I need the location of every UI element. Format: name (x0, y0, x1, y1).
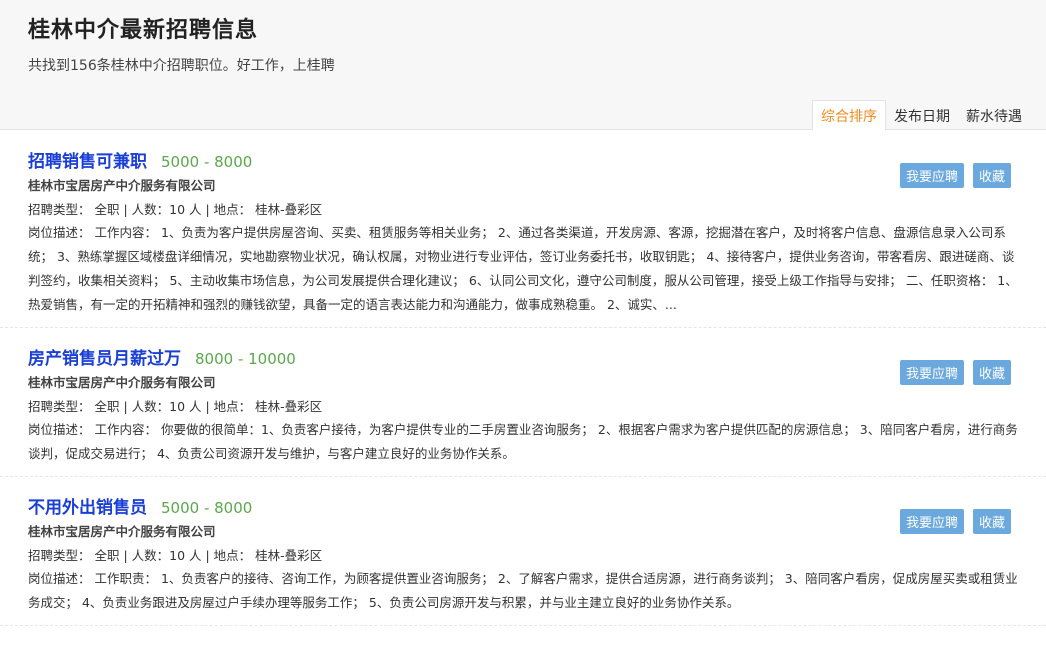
job-actions: 我要应聘 收藏 (899, 509, 1011, 534)
job-list: 招聘销售可兼职 5000 - 8000 桂林市宝居房产中介服务有限公司 招聘类型… (0, 131, 1046, 626)
company-name: 桂林市宝居房产中介服务有限公司 (28, 178, 216, 193)
job-actions: 我要应聘 收藏 (899, 360, 1011, 385)
page-title: 桂林中介最新招聘信息 (28, 18, 259, 43)
job-title-link[interactable]: 招聘销售可兼职 (28, 147, 147, 172)
sort-tab-publish-date[interactable]: 发布日期 (886, 100, 958, 131)
job-meta: 招聘类型： 全职 | 人数：10 人 | 地点： 桂林-叠彩区 (28, 399, 323, 414)
favorite-button[interactable]: 收藏 (972, 360, 1011, 385)
job-description: 岗位描述： 工作内容： 1、负责为客户提供房屋咨询、买卖、租赁服务等相关业务； … (28, 225, 1018, 312)
favorite-button[interactable]: 收藏 (972, 509, 1011, 534)
company-name: 桂林市宝居房产中介服务有限公司 (28, 524, 216, 539)
favorite-button[interactable]: 收藏 (972, 163, 1011, 188)
job-title-link[interactable]: 房产销售员月薪过万 (28, 344, 181, 369)
sort-tabs: 综合排序 发布日期 薪水待遇 (812, 100, 1030, 131)
job-item: 不用外出销售员 5000 - 8000 桂林市宝居房产中介服务有限公司 招聘类型… (0, 477, 1046, 626)
sort-tab-comprehensive[interactable]: 综合排序 (812, 100, 886, 131)
apply-button[interactable]: 我要应聘 (899, 163, 964, 188)
job-meta: 招聘类型： 全职 | 人数：10 人 | 地点： 桂林-叠彩区 (28, 548, 323, 563)
job-salary: 5000 - 8000 (161, 499, 253, 517)
job-salary: 5000 - 8000 (161, 153, 253, 171)
job-title-link[interactable]: 不用外出销售员 (28, 493, 147, 518)
job-item: 招聘销售可兼职 5000 - 8000 桂林市宝居房产中介服务有限公司 招聘类型… (0, 131, 1046, 328)
job-meta: 招聘类型： 全职 | 人数：10 人 | 地点： 桂林-叠彩区 (28, 202, 323, 217)
page-subtitle: 共找到156条桂林中介招聘职位。好工作，上桂聘 (28, 58, 335, 74)
job-description: 岗位描述： 工作内容： 你要做的很简单：1、负责客户接待，为客户提供专业的二手房… (28, 422, 1018, 461)
job-item: 房产销售员月薪过万 8000 - 10000 桂林市宝居房产中介服务有限公司 招… (0, 328, 1046, 477)
apply-button[interactable]: 我要应聘 (899, 360, 964, 385)
job-description: 岗位描述： 工作职责： 1、负责客户的接待、咨询工作，为顾客提供置业咨询服务； … (28, 571, 1018, 610)
sort-tab-salary[interactable]: 薪水待遇 (958, 100, 1030, 131)
job-salary: 8000 - 10000 (195, 350, 296, 368)
company-name: 桂林市宝居房产中介服务有限公司 (28, 375, 216, 390)
page-header: 桂林中介最新招聘信息 共找到156条桂林中介招聘职位。好工作，上桂聘 综合排序 … (0, 0, 1046, 131)
apply-button[interactable]: 我要应聘 (899, 509, 964, 534)
job-actions: 我要应聘 收藏 (899, 163, 1011, 188)
